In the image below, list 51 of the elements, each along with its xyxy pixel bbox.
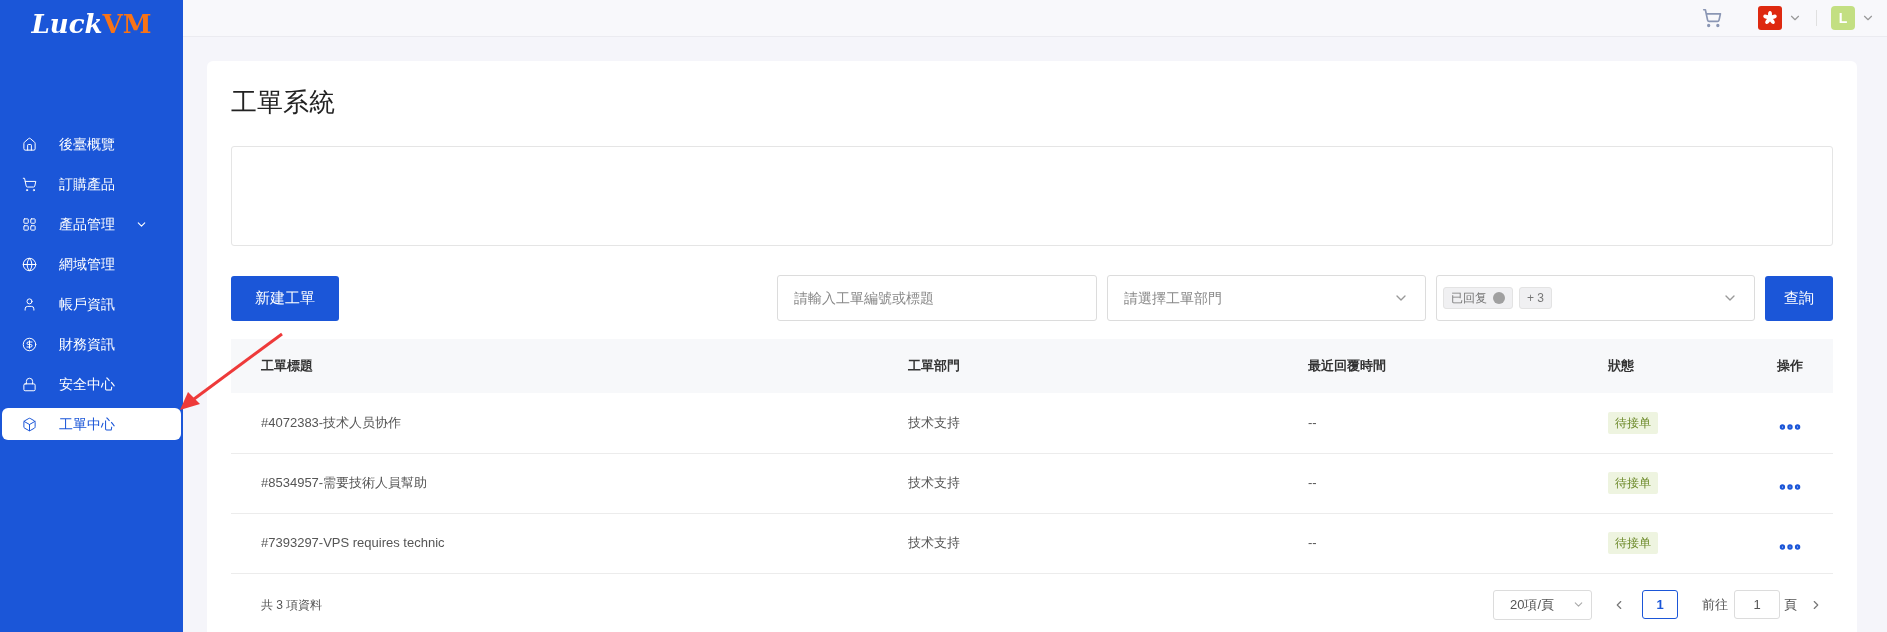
table-cell: 技术支持 — [908, 393, 1308, 453]
total-count: 共 3 項資料 — [261, 596, 323, 614]
status-tag: 已回复 — [1443, 287, 1513, 309]
ticket-title[interactable]: #4072383-技术人员协作 — [231, 393, 908, 453]
search-field[interactable]: 請輸入工單編號或標題 — [777, 275, 1097, 321]
table-cell: -- — [1308, 453, 1608, 513]
page-button[interactable]: 1 — [1642, 590, 1678, 619]
sidebar-item[interactable]: 財務資訊 — [2, 328, 181, 360]
sidebar-item[interactable]: 網域管理 — [2, 248, 181, 280]
sidebar-item[interactable]: 後臺概覽 — [2, 128, 181, 160]
flag-icon[interactable] — [1758, 6, 1782, 30]
house-icon — [22, 136, 37, 152]
page-title: 工單系統 — [231, 86, 336, 119]
goto-page-field[interactable]: 1 — [1734, 590, 1780, 619]
sidebar-item[interactable]: 訂購產品 — [2, 168, 181, 200]
table-cell: 技术支持 — [908, 513, 1308, 573]
sidebar-item[interactable]: 帳戶資訊 — [2, 288, 181, 320]
table-cell: -- — [1308, 513, 1608, 573]
sidebar-item[interactable]: 工單中心 — [2, 408, 181, 440]
status-badge: 待接单 — [1608, 412, 1658, 434]
status-badge: 待接单 — [1608, 472, 1658, 495]
cart-icon[interactable] — [1702, 8, 1722, 28]
coin-icon — [22, 336, 37, 352]
globe-icon — [22, 256, 37, 272]
user-card-icon — [22, 296, 37, 312]
sidebar-item[interactable]: 安全中心 — [2, 368, 181, 400]
column-header: 操作 — [1777, 339, 1833, 393]
new-ticket-button[interactable]: 新建工單 — [231, 275, 339, 321]
sidebar-item[interactable]: 產品管理 — [2, 208, 181, 240]
table-cell: 技术支持 — [908, 453, 1308, 513]
column-header: 狀態 — [1608, 339, 1777, 393]
logo: LuckVM — [31, 7, 152, 41]
status-tag: + 3 — [1519, 287, 1552, 309]
page-size-select[interactable]: 20項/頁 — [1493, 589, 1592, 620]
department-select[interactable]: 請選擇工單部門 — [1107, 275, 1426, 321]
query-button[interactable]: 查詢 — [1765, 275, 1833, 321]
lock-icon — [22, 376, 37, 392]
grid-icon — [22, 216, 37, 232]
column-header: 最近回覆時間 — [1308, 339, 1608, 393]
table-cell: -- — [1308, 393, 1608, 453]
cube-icon — [22, 416, 37, 432]
goto-label: 前往 — [1702, 595, 1728, 614]
status-select[interactable]: 已回复 + 3 — [1436, 275, 1755, 321]
ticket-title[interactable]: #7393297-VPS requires technic — [231, 513, 908, 573]
column-header: 工單部門 — [908, 339, 1308, 393]
column-header: 工單標題 — [231, 339, 908, 393]
status-badge: 待接单 — [1608, 532, 1658, 555]
ticket-title[interactable]: #8534957-需要技術人員幫助 — [231, 453, 908, 513]
goto-suffix: 頁 — [1784, 595, 1797, 614]
remove-tag-icon[interactable] — [1493, 292, 1505, 304]
cart-icon — [22, 176, 37, 192]
